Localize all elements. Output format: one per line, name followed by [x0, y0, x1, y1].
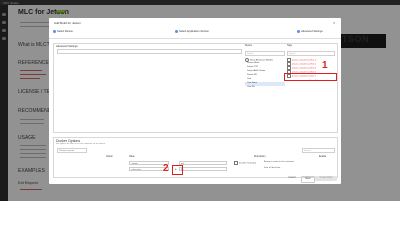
- option-column-header: Option: [106, 156, 113, 158]
- checkbox-icon: [234, 161, 238, 165]
- step-select-device[interactable]: Select Device: [53, 30, 73, 33]
- step-dot-icon: [297, 30, 300, 33]
- create-build-button[interactable]: Create Build: [315, 176, 337, 181]
- annotation-number-2: 2: [163, 163, 169, 174]
- step-label: Advanced Settings: [301, 30, 323, 33]
- toggle-label: Enable Privileged: [239, 162, 257, 165]
- dialog-title: Add Build for Jetson: [54, 21, 81, 25]
- step-dot-icon: [175, 30, 178, 33]
- device-label: Jetson TX2: [247, 66, 259, 68]
- device-label: Xavier NX: [247, 74, 257, 76]
- device-label: Orin Nano: [247, 82, 257, 84]
- tag-row[interactable]: jetson-containers-r36.3.0: [287, 66, 316, 70]
- cancel-button[interactable]: Cancel: [284, 176, 300, 181]
- device-row[interactable]: Jetson TX2: [247, 66, 258, 70]
- tag-row[interactable]: jetson-containers-r35.4.1: [287, 62, 316, 66]
- description-input[interactable]: [57, 49, 242, 54]
- back-button[interactable]: Back: [301, 176, 315, 183]
- device-label: Jetson Nano: [247, 62, 260, 64]
- step-label: Select Application Version: [179, 30, 209, 33]
- step-label: Select Device: [57, 30, 73, 33]
- value-input[interactable]: 8g: [179, 167, 227, 171]
- step-dot-icon: [53, 30, 56, 33]
- docker-options-subtext: Set options for how to run the container…: [56, 143, 106, 145]
- value-input[interactable]: mlc: [179, 161, 227, 165]
- step-advanced-settings[interactable]: Advanced Settings: [297, 30, 323, 33]
- device-row[interactable]: Orin: [247, 78, 251, 82]
- docker-search-input[interactable]: Search: [302, 148, 335, 153]
- row-description: Size of /dev/shm: [264, 167, 281, 169]
- device-label: Orin NX: [247, 86, 255, 88]
- privileged-toggle[interactable]: Enable Privileged: [234, 161, 256, 165]
- device-row[interactable]: Jetson Nano: [247, 62, 259, 66]
- enable-column-header: Enable: [319, 156, 327, 158]
- device-row-selected[interactable]: Orin Nano: [245, 82, 285, 86]
- advanced-settings-panel: Advanced Settings Device Tags Search Sea…: [53, 43, 338, 133]
- annotation-box-1: [284, 73, 337, 81]
- device-row[interactable]: Show All Jetson Models: [245, 58, 273, 62]
- step-select-version[interactable]: Select Application Version: [175, 30, 209, 33]
- preset-select[interactable]: Choose a preset: [57, 148, 87, 153]
- advanced-settings-header: Advanced Settings: [56, 45, 78, 48]
- device-row[interactable]: Jetson AGX Xavier: [247, 70, 265, 74]
- device-label: Orin: [247, 78, 252, 80]
- tags-column-header: Tags: [287, 45, 292, 47]
- tag-row[interactable]: jetson-containers-r36.2.0: [287, 58, 316, 62]
- device-label: Jetson AGX Xavier: [247, 70, 266, 72]
- annotation-box-2: [172, 165, 183, 175]
- close-icon[interactable]: ×: [333, 20, 335, 25]
- device-search-input[interactable]: Search: [245, 51, 285, 56]
- step-divider: [49, 38, 341, 39]
- docker-options-panel: Docker Options Set options for how to ru…: [53, 137, 338, 178]
- device-column-header: Device: [245, 45, 253, 47]
- description-column-header: Description: [254, 156, 266, 158]
- annotation-number-1: 1: [322, 60, 328, 71]
- add-option-button[interactable]: +: [175, 167, 177, 171]
- add-build-dialog: Add Build for Jetson × Select Device Sel…: [49, 18, 341, 184]
- row-description: Assign a name to the container: [264, 161, 295, 163]
- device-row[interactable]: Orin NX: [247, 86, 255, 90]
- value-column-header: Value: [129, 156, 135, 158]
- device-row[interactable]: Xavier NX: [247, 74, 257, 78]
- tags-search-input[interactable]: Search: [287, 51, 335, 56]
